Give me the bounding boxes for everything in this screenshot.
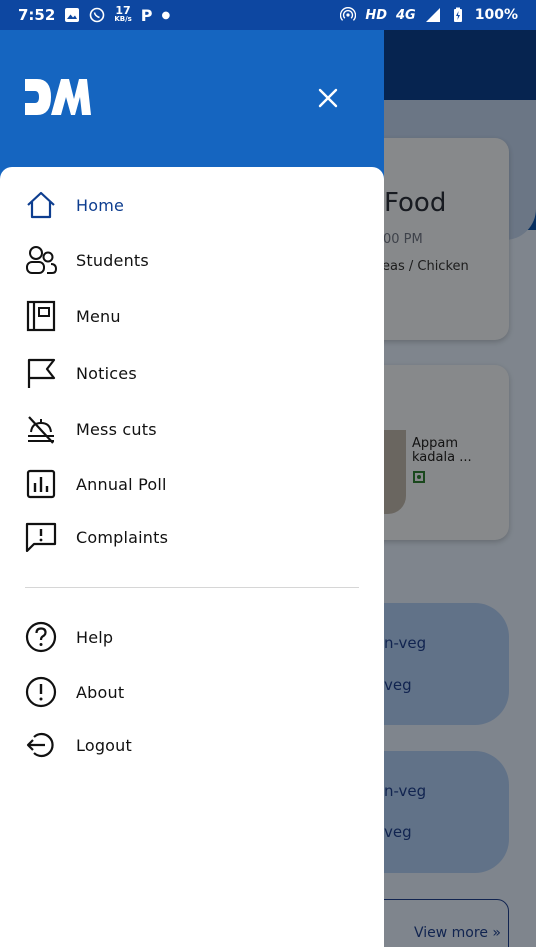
- nav-label: Students: [76, 250, 149, 270]
- status-right: HD 4G 100%: [340, 7, 518, 23]
- menu-book-icon: [25, 300, 57, 332]
- status-bar: 7:52 17 KB/s P ● HD 4G 100%: [0, 0, 536, 30]
- navigation-drawer: Home Students Menu Notices Mess cuts Ann…: [0, 30, 384, 947]
- nav-label: Mess cuts: [76, 419, 157, 439]
- close-drawer-button[interactable]: [314, 84, 342, 112]
- home-icon: [25, 189, 57, 221]
- drawer-menu: Home Students Menu Notices Mess cuts Ann…: [0, 167, 384, 947]
- feedback-icon: [25, 521, 57, 553]
- nav-label: Complaints: [76, 527, 169, 547]
- status-time: 7:52: [18, 6, 56, 24]
- network-speed: 17 KB/s: [114, 4, 132, 24]
- network-type: 4G: [396, 7, 416, 23]
- nav-item-help[interactable]: Help: [0, 612, 384, 662]
- nav-item-home[interactable]: Home: [0, 180, 384, 230]
- nav-label: Help: [76, 627, 114, 647]
- parking-app-icon: P: [140, 5, 153, 25]
- hotspot-icon: [340, 7, 357, 21]
- menu-divider: [25, 587, 359, 588]
- image-icon: [65, 8, 80, 22]
- flag-icon: [25, 357, 57, 389]
- logout-icon: [25, 729, 57, 761]
- info-icon: [25, 676, 57, 708]
- nav-item-notices[interactable]: Notices: [0, 348, 384, 398]
- signal-icon: [425, 8, 440, 22]
- speed-value: 17: [115, 4, 131, 17]
- nav-label: About: [76, 682, 125, 702]
- nav-item-complaints[interactable]: Complaints: [0, 512, 384, 562]
- nav-item-students[interactable]: Students: [0, 235, 384, 285]
- nav-item-logout[interactable]: Logout: [0, 720, 384, 770]
- whatsapp-icon: [90, 7, 105, 23]
- battery-level: 100%: [474, 7, 518, 23]
- nav-label: Logout: [76, 735, 132, 755]
- poll-icon: [25, 468, 57, 500]
- nav-label: Home: [76, 195, 125, 215]
- notification-dot-icon: ●: [161, 9, 171, 21]
- nav-item-annual-poll[interactable]: Annual Poll: [0, 459, 384, 509]
- drawer-header: [0, 30, 384, 167]
- nav-label: Notices: [76, 363, 137, 383]
- nav-item-mess-cuts[interactable]: Mess cuts: [0, 404, 384, 454]
- nav-label: Menu: [76, 306, 121, 326]
- nav-label: Annual Poll: [76, 474, 167, 494]
- battery-charging-icon: [453, 7, 462, 22]
- nav-item-about[interactable]: About: [0, 667, 384, 717]
- app-logo: [25, 79, 91, 115]
- help-icon: [25, 621, 57, 653]
- nav-item-menu[interactable]: Menu: [0, 291, 384, 341]
- no-meals-icon: [25, 413, 57, 445]
- hd-label: HD: [365, 7, 388, 23]
- close-icon: [318, 88, 338, 108]
- speed-unit: KB/s: [114, 15, 132, 23]
- people-icon: [25, 244, 57, 276]
- status-left: 7:52 17 KB/s P ●: [18, 4, 171, 25]
